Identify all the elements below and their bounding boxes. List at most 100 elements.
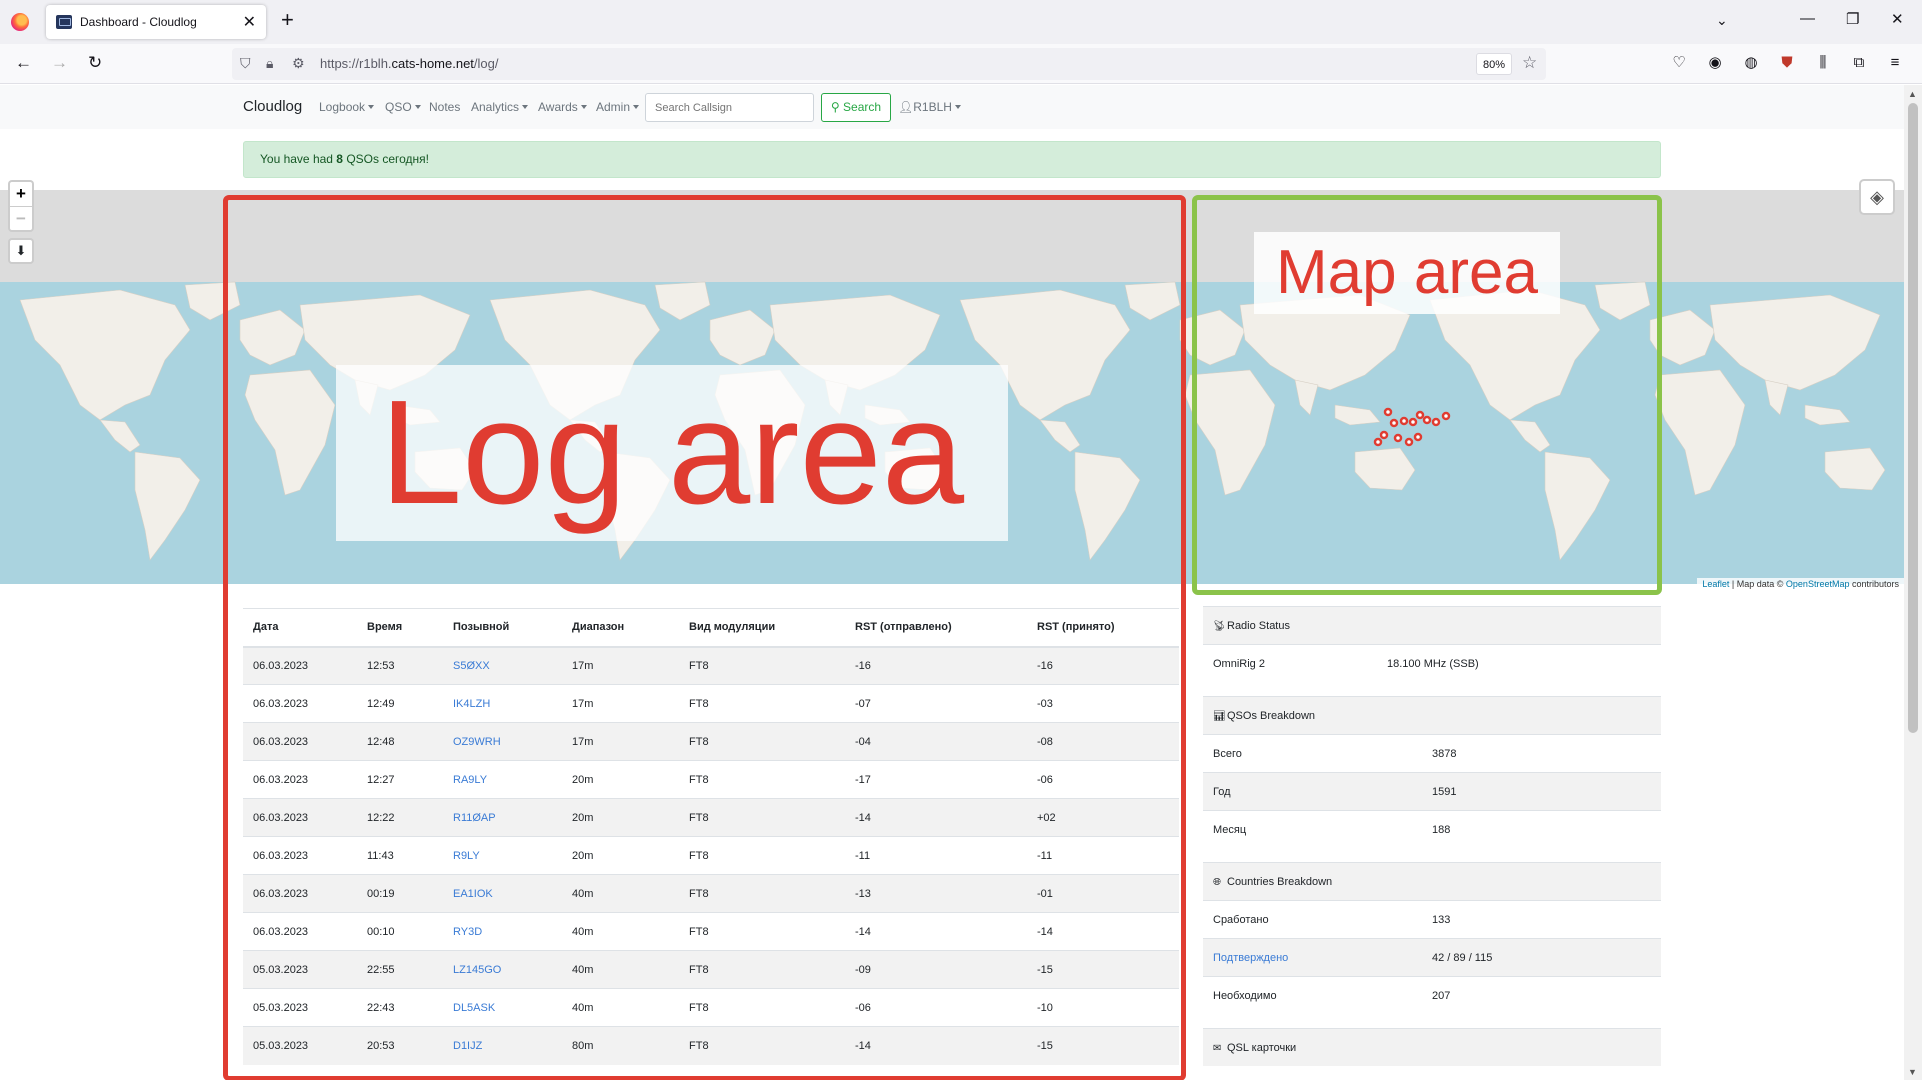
callsign-cell: DL5ASK: [443, 988, 562, 1027]
time-cell: 22:43: [357, 988, 443, 1027]
menu-analytics[interactable]: Analytics: [471, 100, 528, 114]
mode-cell: FT8: [679, 722, 845, 761]
table-row: 06.03.2023 12:22 R11ØAP 20m FT8 -14 +02: [243, 798, 1179, 837]
page-scrollbar[interactable]: ▲ ▼: [1904, 85, 1922, 1080]
radio-status-row: OmniRig 2 18.100 MHz (SSB): [1203, 644, 1661, 682]
mode-cell: FT8: [679, 912, 845, 951]
col-callsign: Позывной: [443, 608, 562, 648]
callsign-link[interactable]: R11ØAP: [453, 812, 496, 824]
menu-admin[interactable]: Admin: [596, 100, 639, 114]
firefox-icon[interactable]: [11, 13, 29, 31]
scroll-thumb[interactable]: [1908, 103, 1918, 733]
rst-sent-cell: -17: [845, 760, 1027, 799]
table-row: 05.03.2023 22:55 LZ145GO 40m FT8 -09 -15: [243, 950, 1179, 989]
qsos-year-row: Год 1591: [1203, 772, 1661, 810]
rst-rcvd-cell: +02: [1027, 798, 1179, 837]
callsign-cell: RY3D: [443, 912, 562, 951]
rst-sent-cell: -06: [845, 988, 1027, 1027]
callsign-link[interactable]: RA9LY: [453, 774, 487, 786]
menu-awards[interactable]: Awards: [538, 100, 587, 114]
lock-icon[interactable]: 🔒︎: [266, 55, 273, 72]
confirmed-link[interactable]: Подтверждено: [1213, 952, 1288, 964]
log-area-label: Log area: [336, 365, 1008, 541]
map-download-icon[interactable]: ⬇: [8, 238, 34, 264]
pocket-icon[interactable]: ♡: [1670, 54, 1688, 72]
table-header-row: Дата Время Позывной Диапазон Вид модуляц…: [243, 608, 1179, 648]
callsign-link[interactable]: R9LY: [453, 850, 480, 862]
extension-circle-icon[interactable]: ◍: [1742, 54, 1760, 72]
browser-tab[interactable]: Dashboard - Cloudlog ✕: [46, 5, 266, 39]
date-cell: 06.03.2023: [243, 722, 357, 761]
side-panels: 📡︎Radio Status OmniRig 2 18.100 MHz (SSB…: [1203, 606, 1661, 1066]
date-cell: 06.03.2023: [243, 912, 357, 951]
library-icon[interactable]: ⫼: [1814, 54, 1832, 72]
rst-rcvd-cell: -16: [1027, 646, 1179, 685]
rst-rcvd-cell: -15: [1027, 950, 1179, 989]
callsign-link[interactable]: DL5ASK: [453, 1002, 495, 1014]
hamburger-menu-icon[interactable]: ≡: [1886, 54, 1904, 72]
tracking-shield-icon[interactable]: ⛉: [240, 55, 251, 72]
user-icon: 👤︎: [898, 100, 914, 114]
rst-rcvd-cell: -15: [1027, 1026, 1179, 1065]
menu-qso[interactable]: QSO: [385, 100, 421, 114]
rst-sent-cell: -14: [845, 798, 1027, 837]
menu-logbook[interactable]: Logbook: [319, 100, 374, 114]
osm-link[interactable]: OpenStreetMap: [1786, 579, 1850, 589]
reload-icon[interactable]: ↻: [88, 53, 102, 73]
countries-breakdown-header: 🌐︎ Countries Breakdown: [1203, 862, 1661, 900]
qsos-total-row: Всего 3878: [1203, 734, 1661, 772]
url-text[interactable]: https://r1blh.cats-home.net/log/: [320, 56, 499, 71]
close-tab-icon[interactable]: ✕: [243, 12, 256, 32]
extensions-puzzle-icon[interactable]: ⧉: [1850, 54, 1868, 72]
leaflet-link[interactable]: Leaflet: [1702, 579, 1729, 589]
callsign-link[interactable]: RY3D: [453, 926, 482, 938]
minimize-icon[interactable]: —: [1800, 10, 1815, 27]
bookmark-star-icon[interactable]: ☆: [1522, 53, 1537, 73]
scroll-up-icon[interactable]: ▲: [1908, 89, 1917, 99]
table-row: 06.03.2023 12:27 RA9LY 20m FT8 -17 -06: [243, 760, 1179, 799]
rst-sent-cell: -11: [845, 836, 1027, 875]
back-icon[interactable]: ←: [15, 53, 32, 73]
zoom-in-icon[interactable]: +: [10, 182, 32, 206]
menu-notes[interactable]: Notes: [429, 100, 460, 114]
callsign-cell: S5ØXX: [443, 646, 562, 685]
callsign-link[interactable]: OZ9WRH: [453, 736, 501, 748]
table-row: 06.03.2023 12:48 OZ9WRH 17m FT8 -04 -08: [243, 722, 1179, 761]
forward-icon[interactable]: →: [51, 53, 68, 73]
permissions-icon[interactable]: ⚙: [292, 55, 305, 72]
zoom-out-icon[interactable]: −: [10, 206, 32, 230]
vpn-globe-icon[interactable]: ◉: [1706, 54, 1724, 72]
new-tab-icon[interactable]: +: [281, 9, 294, 31]
callsign-link[interactable]: IK4LZH: [453, 698, 490, 710]
date-cell: 05.03.2023: [243, 1026, 357, 1065]
close-window-icon[interactable]: ✕: [1891, 10, 1904, 28]
callsign-link[interactable]: LZ145GO: [453, 964, 501, 976]
date-cell: 06.03.2023: [243, 836, 357, 875]
table-row: 06.03.2023 12:49 IK4LZH 17m FT8 -07 -03: [243, 684, 1179, 723]
mode-cell: FT8: [679, 950, 845, 989]
rst-sent-cell: -04: [845, 722, 1027, 761]
time-cell: 00:19: [357, 874, 443, 913]
user-menu[interactable]: 👤︎R1BLH: [898, 100, 961, 114]
rst-sent-cell: -07: [845, 684, 1027, 723]
search-button[interactable]: ⚲ Search: [821, 93, 891, 122]
brand-logo[interactable]: Cloudlog: [243, 98, 302, 115]
date-cell: 06.03.2023: [243, 646, 357, 685]
rst-rcvd-cell: -10: [1027, 988, 1179, 1027]
map-layers-icon[interactable]: ◈: [1859, 179, 1895, 215]
time-cell: 20:53: [357, 1026, 443, 1065]
search-callsign-input[interactable]: [645, 93, 814, 122]
callsign-link[interactable]: EA1IOK: [453, 888, 493, 900]
callsign-link[interactable]: S5ØXX: [453, 660, 490, 672]
zoom-level[interactable]: 80%: [1476, 53, 1512, 75]
list-tabs-chevron-icon[interactable]: ⌄: [1716, 12, 1728, 29]
callsign-link[interactable]: D1IJZ: [453, 1040, 482, 1052]
rst-sent-cell: -13: [845, 874, 1027, 913]
restore-icon[interactable]: ❐: [1846, 10, 1859, 28]
ublock-shield-icon[interactable]: ⛊: [1778, 54, 1796, 72]
scroll-down-icon[interactable]: ▼: [1908, 1067, 1917, 1077]
callsign-cell: R11ØAP: [443, 798, 562, 837]
url-bar[interactable]: ⛉ 🔒︎ ⚙ https://r1blh.cats-home.net/log/ …: [232, 48, 1546, 80]
callsign-cell: LZ145GO: [443, 950, 562, 989]
browser-toolbar: ← → ↻ ⛉ 🔒︎ ⚙ https://r1blh.cats-home.net…: [0, 44, 1922, 84]
